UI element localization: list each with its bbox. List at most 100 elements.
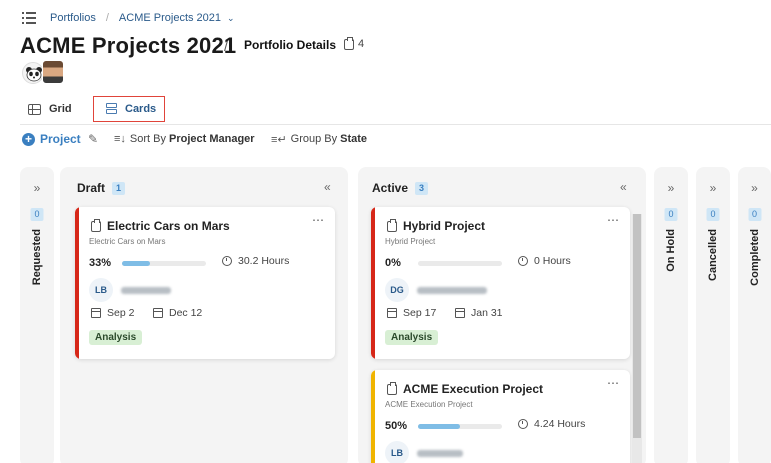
more-options-icon[interactable]: ⋯ bbox=[607, 376, 620, 390]
card-title[interactable]: Hybrid Project bbox=[387, 218, 486, 233]
column-header: Active 3 bbox=[372, 181, 429, 195]
card-description: Electric Cars on Mars bbox=[89, 237, 166, 246]
end-date-value: Dec 12 bbox=[169, 307, 203, 319]
card-description: ACME Execution Project bbox=[385, 400, 473, 409]
group-by-value: State bbox=[340, 133, 368, 145]
list-icon[interactable] bbox=[22, 12, 36, 24]
start-date-value: Sep 2 bbox=[107, 307, 135, 319]
project-count-value: 4 bbox=[358, 38, 365, 50]
tab-cards[interactable]: Cards bbox=[93, 96, 165, 122]
add-project-label: Project bbox=[40, 132, 81, 146]
chevron-down-icon[interactable]: ⌄ bbox=[227, 13, 235, 24]
card-title[interactable]: ACME Execution Project bbox=[387, 381, 544, 396]
expand-icon[interactable]: » bbox=[738, 181, 771, 195]
progress-bar bbox=[418, 424, 502, 429]
cards-icon bbox=[106, 103, 117, 115]
expand-icon[interactable]: » bbox=[696, 181, 730, 195]
avatar-panda[interactable] bbox=[22, 62, 44, 84]
sort-by-value: Project Manager bbox=[169, 133, 255, 145]
column-scrollbar-thumb[interactable] bbox=[633, 214, 641, 438]
progress-percent: 50% bbox=[385, 420, 408, 432]
manager-name-redacted bbox=[417, 450, 463, 457]
hours-value: 0 Hours bbox=[534, 255, 571, 267]
manager-avatar[interactable]: LB bbox=[89, 278, 113, 302]
clipboard-icon bbox=[387, 218, 397, 232]
edit-icon[interactable]: ✎ bbox=[88, 130, 98, 148]
manager-avatar[interactable]: DG bbox=[385, 278, 409, 302]
column-on-hold: » 0 On Hold bbox=[654, 167, 688, 463]
collapse-icon[interactable]: « bbox=[620, 180, 627, 194]
collapse-icon[interactable]: « bbox=[324, 180, 331, 194]
stopwatch-icon bbox=[222, 256, 232, 266]
project-card[interactable]: Hybrid Project Hybrid Project ⋯ 0% 0 Hou… bbox=[371, 207, 630, 359]
clipboard-icon bbox=[387, 381, 397, 395]
calendar-icon bbox=[91, 308, 101, 318]
start-date: Sep 17 bbox=[387, 307, 436, 319]
sort-icon: ≡↓ bbox=[114, 133, 126, 145]
portfolio-details-link[interactable]: Portfolio Details bbox=[244, 38, 336, 52]
column-count-badge: 0 bbox=[30, 208, 44, 221]
hours-logged: 30.2 Hours bbox=[222, 255, 289, 267]
project-card[interactable]: Electric Cars on Mars Electric Cars on M… bbox=[75, 207, 335, 359]
card-title-text: ACME Execution Project bbox=[403, 382, 544, 396]
progress-bar bbox=[418, 261, 502, 266]
column-title: Completed bbox=[748, 229, 761, 286]
expand-icon[interactable]: » bbox=[20, 181, 54, 195]
phase-tag: Analysis bbox=[89, 330, 143, 345]
column-count-badge: 0 bbox=[706, 208, 720, 221]
sort-by-control[interactable]: ≡↓ Sort By Project Manager bbox=[114, 130, 255, 148]
progress-percent: 33% bbox=[89, 257, 112, 269]
breadcrumb-separator: / bbox=[105, 12, 109, 24]
calendar-icon bbox=[153, 308, 163, 318]
column-count-badge: 3 bbox=[415, 181, 429, 195]
column-title: Cancelled bbox=[707, 229, 719, 281]
project-card[interactable]: ACME Execution Project ACME Execution Pr… bbox=[371, 370, 630, 463]
plus-icon: + bbox=[22, 132, 35, 146]
tab-grid-label: Grid bbox=[49, 103, 72, 115]
breadcrumb-current[interactable]: ACME Projects 2021 bbox=[119, 12, 221, 24]
group-by-label: Group By bbox=[290, 133, 338, 145]
manager-name-redacted bbox=[417, 287, 487, 294]
column-count-badge: 0 bbox=[664, 208, 678, 221]
panda-icon bbox=[26, 67, 42, 82]
sort-by-label: Sort By bbox=[129, 133, 166, 145]
more-options-icon[interactable]: ⋯ bbox=[607, 213, 620, 227]
manager-avatar[interactable]: LB bbox=[385, 441, 409, 463]
avatar-photo[interactable] bbox=[42, 60, 64, 84]
group-icon: ≡↵ bbox=[271, 133, 287, 146]
calendar-icon bbox=[387, 308, 397, 318]
column-title: Requested bbox=[31, 229, 43, 286]
start-date-value: Sep 17 bbox=[403, 307, 437, 319]
column-title: Draft bbox=[77, 181, 106, 195]
end-date-value: Jan 31 bbox=[471, 307, 503, 319]
title-separator: / bbox=[224, 38, 228, 54]
grid-icon bbox=[28, 103, 41, 115]
clipboard-icon bbox=[91, 218, 101, 232]
add-project-button[interactable]: + Project bbox=[22, 130, 81, 148]
tab-cards-label: Cards bbox=[125, 103, 157, 115]
column-requested: » 0 Requested bbox=[20, 167, 54, 463]
end-date: Jan 31 bbox=[455, 307, 503, 319]
hours-logged: 0 Hours bbox=[518, 255, 571, 267]
card-title[interactable]: Electric Cars on Mars bbox=[91, 218, 230, 233]
card-title-text: Hybrid Project bbox=[403, 219, 486, 233]
start-date: Sep 2 bbox=[91, 307, 134, 319]
hours-value: 30.2 Hours bbox=[238, 255, 290, 267]
progress-percent: 0% bbox=[385, 257, 401, 269]
page-title: ACME Projects 2021 bbox=[20, 33, 237, 58]
tab-grid[interactable]: Grid bbox=[28, 96, 72, 122]
state-stripe bbox=[371, 370, 375, 463]
stopwatch-icon bbox=[518, 419, 528, 429]
group-by-control[interactable]: ≡↵ Group By State bbox=[271, 130, 367, 148]
clipboard-icon bbox=[344, 36, 354, 50]
progress-fill bbox=[122, 261, 150, 266]
breadcrumb: Portfolios / ACME Projects 2021 ⌄ bbox=[22, 10, 235, 26]
column-title: On Hold bbox=[665, 229, 677, 272]
hours-logged: 4.24 Hours bbox=[518, 418, 585, 430]
expand-icon[interactable]: » bbox=[654, 181, 688, 195]
stopwatch-icon bbox=[518, 256, 528, 266]
more-options-icon[interactable]: ⋯ bbox=[312, 213, 325, 227]
project-count: 4 bbox=[344, 36, 365, 50]
state-stripe bbox=[371, 207, 375, 359]
breadcrumb-portfolios-link[interactable]: Portfolios bbox=[50, 12, 96, 24]
